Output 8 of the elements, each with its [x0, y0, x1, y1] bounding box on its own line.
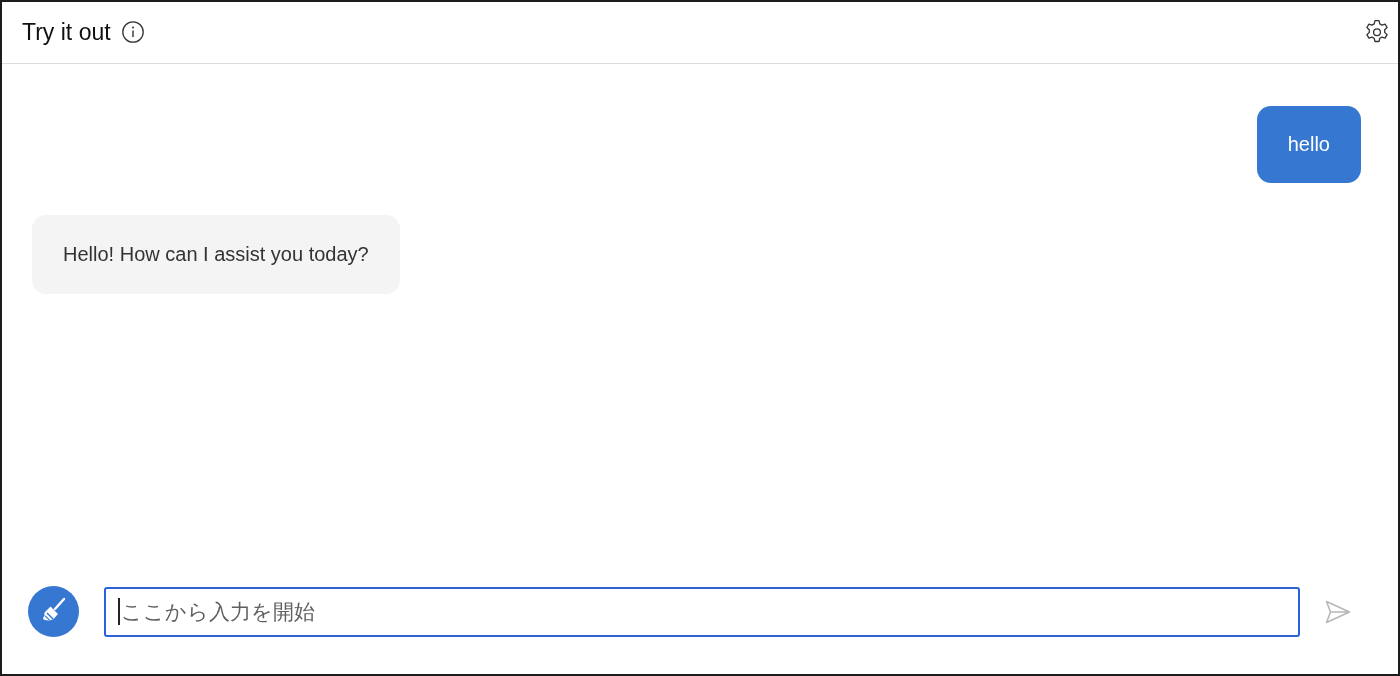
broom-icon[interactable] — [28, 586, 79, 637]
bot-message: Hello! How can I assist you today? — [32, 215, 400, 294]
text-cursor-icon — [118, 598, 120, 625]
panel-title: Try it out — [22, 18, 111, 46]
user-message: hello — [1256, 106, 1361, 183]
info-icon[interactable] — [121, 20, 144, 43]
message-input[interactable]: ここから入力を開始 — [104, 586, 1300, 637]
settings-icon[interactable] — [1364, 18, 1390, 45]
